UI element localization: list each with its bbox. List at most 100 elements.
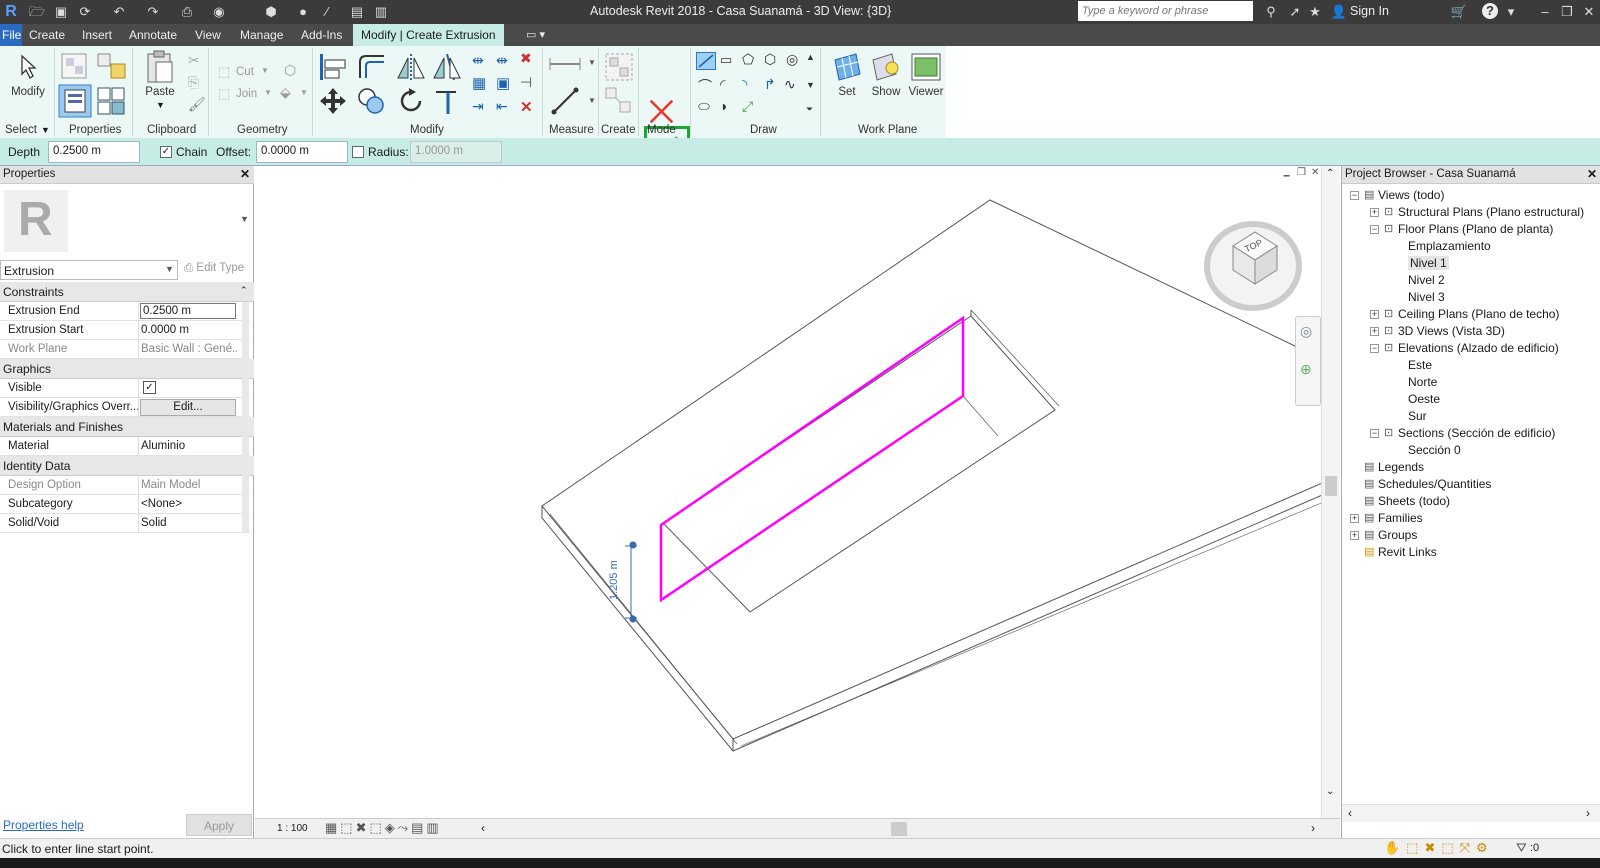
revit-logo-icon[interactable]: R [2,3,20,21]
group-materials[interactable]: Materials and Finishes⌃ [0,417,254,437]
family-category-icon[interactable] [96,86,128,116]
start-end-arc-icon[interactable]: ⌒ [698,76,712,96]
mirror-draw-axis-icon[interactable] [432,52,462,82]
paste-dropdown-icon[interactable]: ▼ [156,100,165,110]
group-constraints[interactable]: Constraints ⌃ [0,282,254,302]
browser-item[interactable]: Oeste [1408,392,1440,406]
properties-scrollbar[interactable] [242,302,249,532]
prop-row-extrusion-start[interactable]: Extrusion Start 0.0000 m [0,321,250,340]
browser-item[interactable]: Groups [1378,528,1417,542]
steering-wheel-icon[interactable]: ◎ [1300,323,1312,340]
type-selector-dropdown-icon[interactable]: ▼ [240,214,249,224]
scroll-down-icon[interactable]: ⌄ [1326,786,1334,797]
group-graphics[interactable]: Graphics⌃ [0,359,254,379]
browser-item[interactable]: Sur [1408,409,1427,423]
tree-expander-icon[interactable]: − [1370,344,1379,353]
join-dropdown-icon[interactable]: ▼ [264,88,272,97]
browser-item[interactable]: Nivel 2 [1408,273,1445,287]
prop-row-subcategory[interactable]: Subcategory <None> [0,495,250,514]
tag-icon[interactable]: ● [294,3,312,21]
selection-filter-icons[interactable]: ✋⬚✖⬚⤧⚙ [1384,840,1494,856]
create-similar-icon[interactable] [604,86,634,116]
mirror-pick-axis-icon[interactable] [396,52,426,82]
work-plane-viewer-icon[interactable] [910,52,942,82]
navigation-bar[interactable]: ◎ ⊕ [1295,316,1321,406]
close-hidden-icon[interactable]: ▤ [348,3,366,21]
3d-viewport[interactable]: 1.205 m TOP 🗕 ❐ ✕ ◎ ⊕ ⌃ ⌄ [255,166,1340,818]
cut-button[interactable]: Cut [236,66,254,78]
browser-close-icon[interactable]: ✕ [1587,167,1597,181]
browser-item[interactable]: 3D Views (Vista 3D) [1398,324,1505,338]
help-icon[interactable]: ? [1482,3,1498,19]
dimension-label[interactable]: 1.205 m [608,560,620,600]
tab-view[interactable]: View [191,24,225,46]
tab-file[interactable]: File [0,24,22,46]
favorites-icon[interactable]: ★ [1306,3,1324,21]
properties-help-link[interactable]: Properties help [3,818,84,832]
partial-ellipse-icon[interactable]: ◗ [720,98,728,114]
join-button[interactable]: Join [236,88,257,100]
radius-checkbox[interactable] [352,146,364,158]
prop-row-solid-void[interactable]: Solid/Void Solid [0,514,250,533]
wall-joins-icon[interactable]: ⬡ [284,62,296,79]
browser-item[interactable]: Floor Plans (Plano de planta) [1398,222,1553,236]
fillet-arc-icon[interactable]: ↱ [764,76,776,93]
draw-scroll-up-icon[interactable]: ▲ [806,52,815,62]
tangent-arc-icon[interactable]: ◝ [742,76,747,93]
print-icon[interactable]: ⎙ [178,3,196,21]
browser-item[interactable]: Families [1378,511,1423,525]
browser-item[interactable]: Norte [1408,375,1437,389]
view-restore-icon[interactable]: ❐ [1297,167,1306,178]
minimize-icon[interactable]: – [1536,3,1554,21]
visible-checkbox[interactable]: ✓ [143,381,156,394]
solid-void-value[interactable]: Solid [141,517,237,529]
draw-scroll-down-icon[interactable]: ▼ [806,80,815,90]
tree-expander-icon[interactable]: + [1350,514,1359,523]
set-work-plane-icon[interactable] [832,52,862,82]
cut-geometry-icon[interactable]: ⬚ [218,64,230,80]
browser-item[interactable]: Sección 0 [1408,443,1461,457]
open-icon[interactable]: 🗁 [28,3,46,21]
browser-item[interactable]: Emplazamiento [1408,239,1491,253]
browser-item[interactable]: Revit Links [1378,545,1437,559]
view-control-icons[interactable]: ▦⬚✖⬚◈⤳▤▥ [325,820,442,836]
group-identity[interactable]: Identity Data⌃ [0,456,254,476]
circumscribed-polygon-icon[interactable]: ⬡ [764,51,776,68]
browser-horizontal-scrollbar[interactable]: ‹ › [1342,804,1600,822]
sync-icon[interactable]: ⟳ [76,3,94,21]
view-bar-scroll-left-icon[interactable]: ‹ [481,821,485,835]
array-icon[interactable]: ▦ [472,74,486,92]
tab-modify-create-extrusion[interactable]: Modify | Create Extrusion [353,24,504,46]
ribbon-minimize-icon[interactable]: ▭ ▾ [522,24,549,46]
zoom-icon[interactable]: ⊕ [1300,361,1312,378]
edit-type-button[interactable]: ⎙ Edit Type [184,262,244,275]
center-ends-arc-icon[interactable]: ◜ [720,76,725,93]
tree-expander-icon[interactable]: + [1370,208,1379,217]
horizontal-scroll-thumb[interactable] [891,822,907,836]
undo-icon[interactable]: ↶ [110,3,128,21]
draw-expand-icon[interactable]: ⏷ [806,104,813,115]
align-icon[interactable] [318,52,348,82]
split-dropdown-icon[interactable]: ▼ [300,88,308,97]
help-dropdown-icon[interactable]: ▾ [1502,3,1520,21]
modify-button[interactable]: Modify [8,86,48,98]
split-face-icon[interactable]: ⬙ [280,84,291,101]
browser-item[interactable]: Ceiling Plans (Plano de techo) [1398,307,1559,321]
view-close-icon[interactable]: ✕ [1311,167,1319,178]
viewcube[interactable]: TOP [1204,221,1302,311]
cut-dropdown-icon[interactable]: ▼ [261,66,269,75]
prop-row-visibility-overrides[interactable]: Visibility/Graphics Overr... Edit... [0,398,250,417]
view-bar-scroll-right-icon[interactable]: › [1311,821,1315,835]
rectangle-icon[interactable]: ▭ [720,52,732,68]
visibility-edit-button[interactable]: Edit... [140,399,236,416]
tab-add-ins[interactable]: Add-Ins [297,24,346,46]
unpin-icon[interactable]: ✖ [520,50,532,67]
radius-input[interactable]: 1.0000 m [410,141,502,163]
trim-multiple-icon[interactable]: ⇥ [472,98,484,115]
tree-expander-icon[interactable]: − [1370,429,1379,438]
extrusion-start-value[interactable]: 0.0000 m [141,324,237,336]
inscribed-polygon-icon[interactable]: ⬠ [742,51,754,68]
copy-icon[interactable] [356,86,386,116]
pick-lines-icon[interactable]: ⤢ [742,98,753,115]
material-value[interactable]: Aluminio [141,440,237,452]
